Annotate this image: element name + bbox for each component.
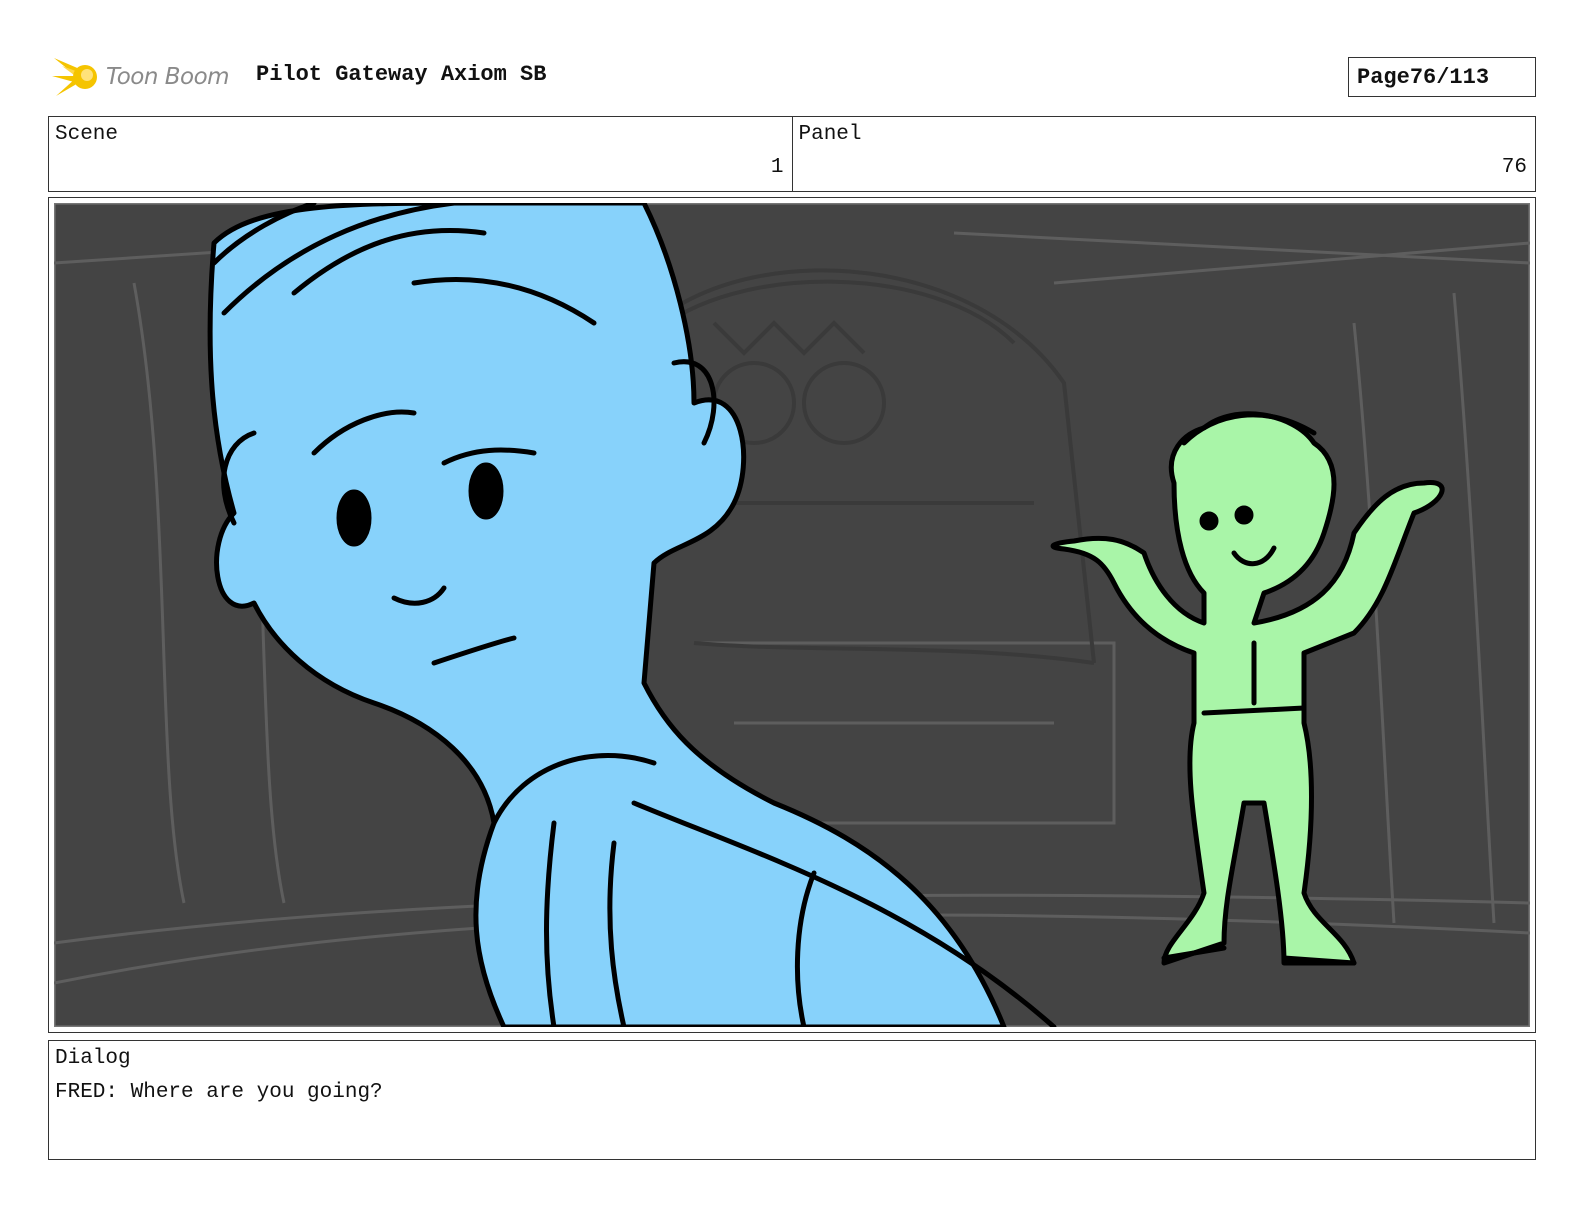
dialog-label: Dialog bbox=[55, 1047, 131, 1070]
project-title: Pilot Gateway Axiom SB bbox=[256, 62, 547, 87]
scene-cell: Scene 1 bbox=[49, 117, 792, 191]
storyboard-sketch bbox=[54, 203, 1530, 1027]
panel-cell: Panel 76 bbox=[791, 117, 1536, 191]
scene-value: 1 bbox=[770, 156, 784, 179]
page-indicator: Page 76/113 bbox=[1348, 57, 1536, 97]
dialog-text: FRED: Where are you going? bbox=[55, 1081, 383, 1104]
dialog-section: Dialog FRED: Where are you going? bbox=[48, 1040, 1536, 1160]
storyboard-panel bbox=[48, 197, 1536, 1033]
panel-label: Panel bbox=[798, 123, 862, 146]
page-label: Page bbox=[1357, 64, 1410, 90]
toon-boom-logo: Toon Boom bbox=[52, 52, 230, 102]
page-number: 76/113 bbox=[1409, 64, 1490, 90]
logo-text: Toon Boom bbox=[106, 64, 230, 90]
panel-value: 76 bbox=[1501, 156, 1527, 179]
scene-panel-info: Scene 1 Panel 76 bbox=[48, 116, 1536, 192]
comet-logo-icon bbox=[52, 58, 97, 96]
scene-label: Scene bbox=[55, 123, 119, 146]
